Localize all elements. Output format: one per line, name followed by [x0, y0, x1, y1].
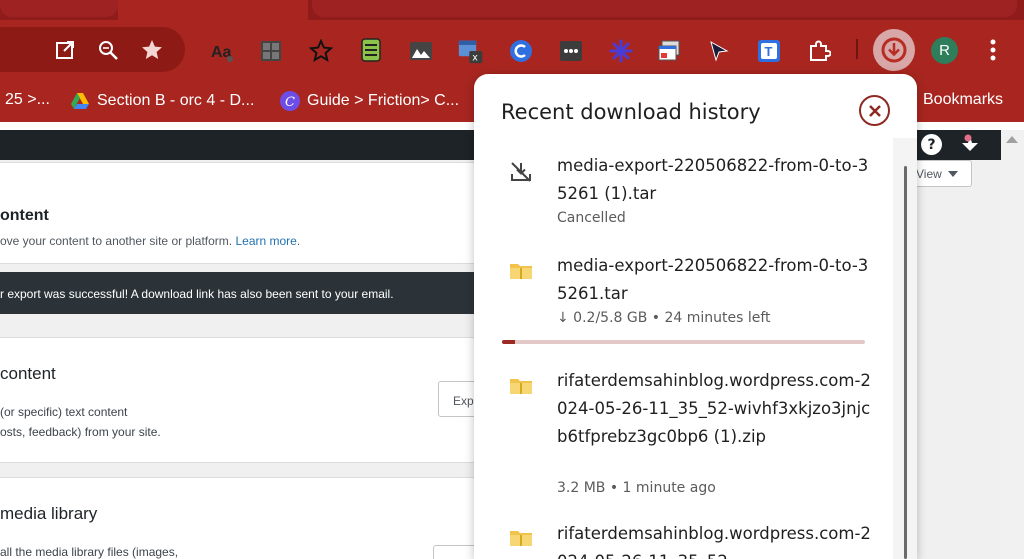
- archive-file-icon: [510, 531, 532, 546]
- success-notice: r export was successful! A download link…: [0, 272, 480, 314]
- sync-extension-icon[interactable]: [508, 38, 534, 64]
- download-filename: media-export-220506822-from-0-to-35261.t…: [557, 256, 869, 303]
- download-status: ↓ 0.2/5.8 GB • 24 minutes left: [557, 310, 771, 326]
- text-extension-icon[interactable]: T: [756, 38, 782, 64]
- bookmark-item[interactable]: C Guide > Friction> C...: [280, 91, 459, 111]
- bookmark-label: Section B - orc 4 - D...: [97, 92, 255, 109]
- download-item[interactable]: rifaterdemsahinblog.wordpress.com-2024-0…: [474, 368, 893, 503]
- robot-extension-icon[interactable]: [358, 37, 384, 63]
- archive-file-icon: [510, 264, 532, 279]
- section-description: ove your content to another site or plat…: [0, 234, 301, 248]
- bookmark-label: 25 >...: [5, 91, 50, 108]
- notification-icon[interactable]: [958, 133, 982, 157]
- download-item[interactable]: rifaterdemsahinblog.wordpress.com-2024-0…: [474, 520, 893, 559]
- toolbar-separator: [856, 39, 858, 59]
- svg-text:x: x: [472, 53, 478, 64]
- download-progress-icon: [881, 37, 907, 63]
- all-bookmarks-label: Bookmarks: [923, 91, 1004, 108]
- star-extension-icon[interactable]: [308, 38, 334, 64]
- canva-icon: C: [280, 91, 300, 111]
- dots-extension-icon[interactable]: [558, 38, 584, 64]
- close-icon: [868, 104, 881, 117]
- close-button[interactable]: [859, 95, 890, 126]
- flower-extension-icon[interactable]: [608, 38, 634, 64]
- download-cancelled-icon: [511, 162, 531, 182]
- google-drive-icon: [71, 93, 89, 109]
- svg-text:T: T: [765, 44, 773, 59]
- download-status: 3.2 MB • 1 minute ago: [557, 480, 716, 496]
- download-progress-bar: [502, 340, 865, 344]
- download-filename: rifaterdemsahinblog.wordpress.com-2024-0…: [557, 371, 871, 446]
- font-extension-icon[interactable]: Aa: [210, 38, 236, 64]
- zoom-icon[interactable]: [95, 37, 121, 63]
- section-line: osts, feedback) from your site.: [0, 425, 161, 439]
- window-extension-icon[interactable]: [656, 38, 682, 64]
- panel-scrollbar-thumb[interactable]: [904, 166, 907, 559]
- download-progress-fill: [502, 340, 515, 344]
- all-bookmarks-item[interactable]: Bookmarks: [923, 91, 1003, 109]
- view-label: View: [916, 167, 942, 181]
- svg-text:C: C: [285, 95, 295, 110]
- menu-kebab-icon[interactable]: [985, 37, 1001, 63]
- view-dropdown[interactable]: View: [912, 160, 972, 187]
- export-text-card: [0, 337, 480, 463]
- browser-tab-active[interactable]: [118, 0, 308, 20]
- browser-tab[interactable]: [312, 0, 1017, 17]
- profile-avatar[interactable]: R: [931, 37, 958, 64]
- archive-file-icon: [510, 379, 532, 394]
- page-scrollbar[interactable]: [1001, 130, 1024, 559]
- image-extension-icon[interactable]: [408, 38, 434, 64]
- tab-strip: [0, 0, 1024, 20]
- bookmark-label: Guide > Friction> C...: [307, 92, 460, 109]
- download-status: Cancelled: [557, 210, 626, 226]
- browser-tab[interactable]: [0, 0, 118, 17]
- section-title: content: [0, 364, 56, 383]
- calendar-extension-icon[interactable]: x: [458, 38, 484, 64]
- download-history-panel: Recent download history media-export-220…: [474, 74, 917, 559]
- bookmark-item[interactable]: Section B - orc 4 - D...: [70, 91, 254, 111]
- export-content-card: [0, 162, 480, 264]
- help-icon[interactable]: ?: [921, 134, 942, 155]
- browser-toolbar: Aa x T: [0, 20, 1024, 80]
- open-in-new-icon[interactable]: [52, 37, 78, 63]
- section-line: all the media library files (images,: [0, 545, 179, 559]
- section-heading: ontent: [0, 207, 49, 224]
- puzzle-extensions-icon[interactable]: [806, 38, 832, 64]
- section-line: (or specific) text content: [0, 405, 128, 419]
- learn-more-link[interactable]: Learn more: [235, 234, 296, 248]
- download-item[interactable]: media-export-220506822-from-0-to-35261 (…: [474, 154, 893, 234]
- panel-title: Recent download history: [501, 100, 761, 124]
- download-item[interactable]: media-export-220506822-from-0-to-35261.t…: [474, 254, 893, 349]
- download-filename: media-export-220506822-from-0-to-35261 (…: [557, 156, 869, 203]
- download-filename: rifaterdemsahinblog.wordpress.com-2024-0…: [557, 524, 871, 559]
- downloads-button[interactable]: [873, 29, 915, 71]
- caret-down-icon: [948, 171, 958, 177]
- grid-extension-icon[interactable]: [258, 38, 284, 64]
- bookmark-item[interactable]: 25 >...: [5, 91, 50, 109]
- section-title: media library: [0, 504, 98, 523]
- bookmark-star-icon[interactable]: [139, 37, 165, 63]
- cursor-extension-icon[interactable]: [706, 38, 732, 64]
- scroll-up-icon[interactable]: [1006, 136, 1018, 143]
